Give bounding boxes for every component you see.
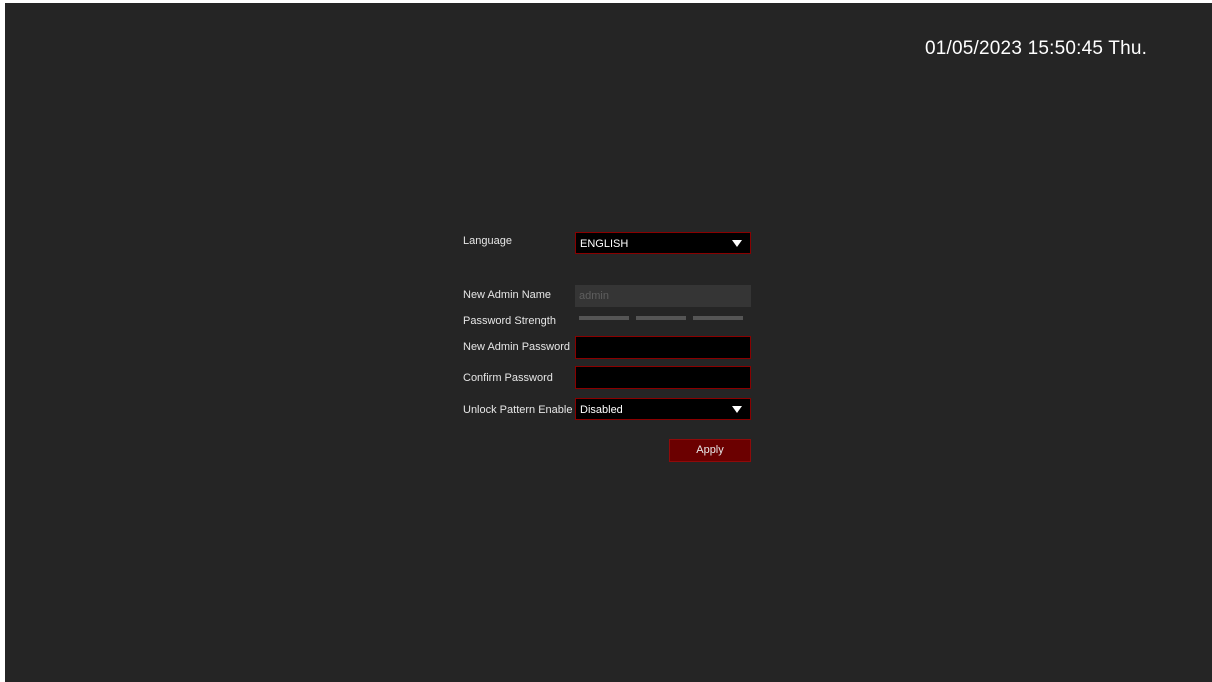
confirm-password-label: Confirm Password	[463, 372, 553, 384]
admin-password-label: New Admin Password	[463, 341, 570, 353]
password-strength-label: Password Strength	[463, 315, 556, 327]
language-selected-value: ENGLISH	[580, 238, 629, 250]
admin-password-input[interactable]	[575, 336, 751, 359]
system-clock: 01/05/2023 15:50:45 Thu.	[925, 38, 1148, 59]
strength-segment	[636, 316, 686, 320]
apply-button[interactable]: Apply	[669, 439, 751, 462]
unlock-pattern-selected-value: Disabled	[580, 404, 623, 416]
admin-name-field: admin	[575, 285, 751, 307]
strength-segment	[579, 316, 629, 320]
unlock-pattern-label: Unlock Pattern Enable	[463, 404, 573, 416]
language-label: Language	[463, 235, 512, 247]
strength-segment	[693, 316, 743, 320]
caret-down-icon	[732, 406, 742, 413]
confirm-password-input[interactable]	[575, 366, 751, 389]
setup-wizard-screen: 01/05/2023 15:50:45 Thu. Language ENGLIS…	[5, 3, 1212, 682]
admin-name-value: admin	[579, 290, 609, 302]
unlock-pattern-select[interactable]: Disabled	[575, 398, 751, 420]
language-select[interactable]: ENGLISH	[575, 232, 751, 254]
caret-down-icon	[732, 240, 742, 247]
admin-name-label: New Admin Name	[463, 289, 552, 301]
